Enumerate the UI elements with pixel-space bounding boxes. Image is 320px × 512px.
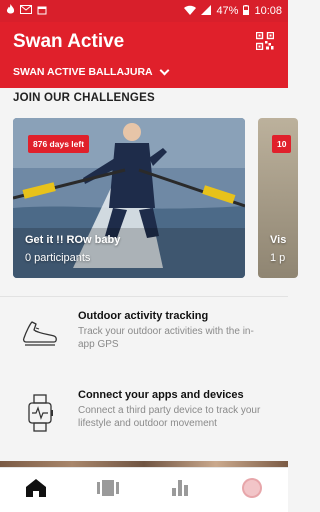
club-selector[interactable]: SWAN ACTIVE BALLAJURA — [13, 65, 170, 78]
days-left-badge: 10 — [272, 135, 292, 153]
home-icon — [26, 478, 46, 502]
stats-icon — [171, 479, 189, 501]
challenge-card[interactable]: 10 Vis 1 p — [258, 118, 298, 278]
club-name: SWAN ACTIVE BALLAJURA — [13, 66, 153, 78]
days-left-badge: 876 days left — [28, 135, 90, 153]
challenge-title: Vis — [270, 234, 287, 246]
signal-icon — [201, 4, 212, 18]
cards-icon — [97, 479, 119, 501]
feature-title: Outdoor activity tracking — [78, 310, 209, 322]
qr-code-icon[interactable] — [255, 31, 275, 51]
divider — [0, 296, 288, 297]
app-title: Swan Active — [13, 31, 125, 52]
battery-percent: 47% — [216, 5, 239, 17]
challenge-card[interactable]: 876 days left Get it !! ROw baby 0 parti… — [13, 118, 245, 278]
fire-icon — [6, 4, 15, 18]
feature-title: Connect your apps and devices — [78, 389, 244, 401]
challenge-participants: 0 participants — [25, 252, 91, 264]
challenge-participants: 1 p — [270, 252, 286, 264]
gmail-icon — [20, 5, 32, 17]
feature-connect-devices[interactable]: Connect your apps and devices Connect a … — [0, 383, 288, 443]
profile-icon — [241, 477, 263, 504]
nav-home[interactable] — [0, 468, 72, 512]
calendar-icon — [37, 5, 47, 18]
challenge-title: Get it !! ROw baby — [25, 234, 121, 246]
feature-description: Connect a third party device to track yo… — [78, 405, 261, 429]
nav-profile[interactable] — [216, 468, 288, 512]
nav-cards[interactable] — [72, 468, 144, 512]
smartwatch-icon — [20, 393, 60, 432]
clock: 10:08 — [254, 5, 282, 17]
feature-outdoor-tracking[interactable]: Outdoor activity tracking Track your out… — [0, 304, 288, 364]
battery-icon — [243, 4, 250, 18]
shoe-icon — [20, 314, 60, 350]
feature-description: Track your outdoor activities with the i… — [78, 326, 254, 350]
bottom-nav — [0, 467, 288, 512]
section-title-challenges: JOIN OUR CHALLENGES — [13, 92, 155, 104]
wifi-icon — [184, 5, 197, 18]
app-bar: Swan Active SWAN ACTIVE BALLAJURA — [0, 22, 288, 88]
chevron-down-icon — [159, 65, 170, 76]
nav-stats[interactable] — [144, 468, 216, 512]
status-bar: 47% 10:08 — [0, 0, 288, 22]
